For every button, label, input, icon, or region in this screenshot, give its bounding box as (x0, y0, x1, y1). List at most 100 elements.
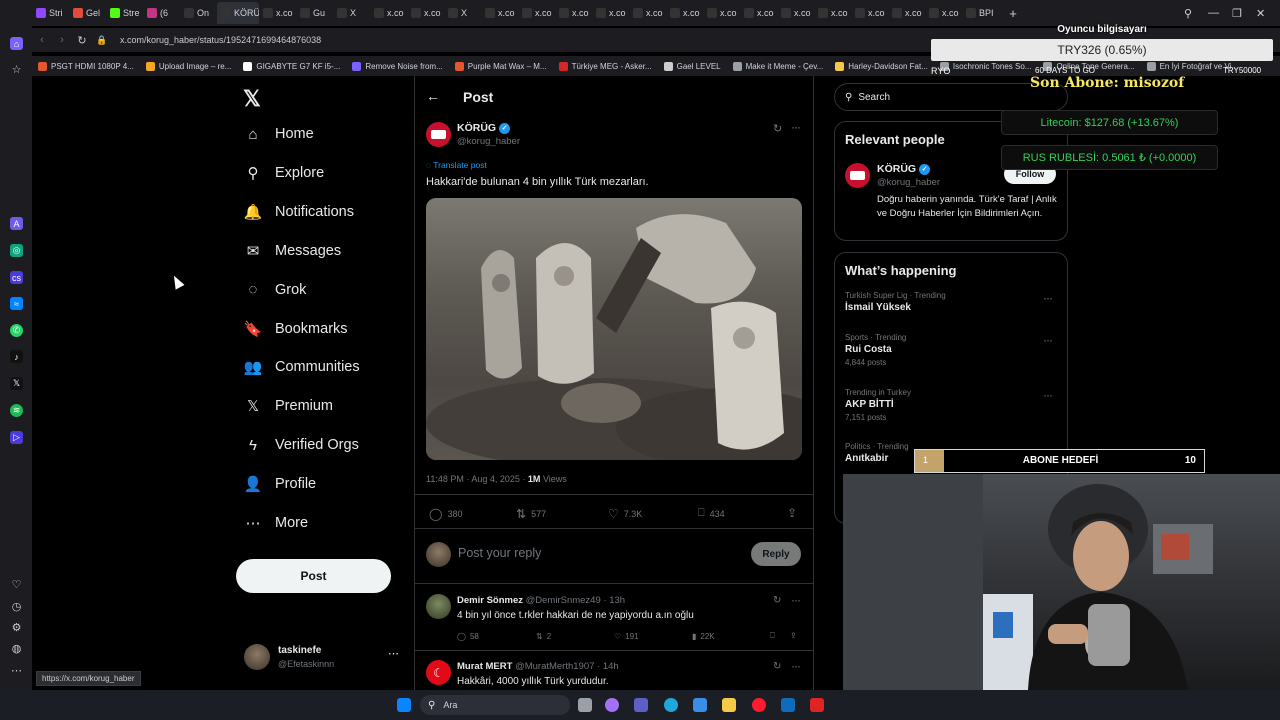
copilot-icon[interactable] (605, 698, 619, 712)
browser-tab[interactable]: x.co (888, 2, 925, 24)
browser-tab[interactable]: x.co (851, 2, 888, 24)
browser-tab[interactable]: x.co (629, 2, 666, 24)
post-button[interactable]: Post (236, 559, 391, 593)
windows-start-icon[interactable] (397, 698, 411, 712)
reply-input[interactable]: Post your reply (458, 546, 541, 560)
reply-2-grok-icon[interactable]: ↻ (773, 661, 781, 672)
back-arrow-icon[interactable]: ← (426, 88, 440, 104)
browser-tab[interactable]: x.co (481, 2, 518, 24)
nav-item-grok[interactable]: ◌ Grok (245, 281, 307, 298)
nav-item-more[interactable]: ⋯ More (245, 515, 309, 532)
edge-icon[interactable] (664, 698, 678, 712)
taskbar-search[interactable]: ⚲ Ara (420, 695, 570, 715)
reply-1-avatar[interactable] (426, 594, 451, 619)
bookmark-action[interactable]: ⎕ 434 (698, 507, 725, 520)
teams-icon[interactable] (634, 698, 648, 712)
settings-icon[interactable]: ⚙ (10, 621, 23, 634)
opera-taskbar-icon[interactable] (752, 698, 766, 712)
reply-2-more-icon[interactable]: ··· (791, 659, 801, 673)
share-action[interactable]: ⇪ (787, 506, 797, 520)
relevant-avatar[interactable] (845, 163, 870, 188)
browser-tab[interactable]: x.co (518, 2, 555, 24)
browser-tab[interactable]: Stri (32, 2, 69, 24)
bookmark-item[interactable]: Make it Meme - Çev... (727, 61, 830, 71)
bookmark-item[interactable]: Purple Mat Wax – M... (449, 61, 553, 71)
reply-1-like-action[interactable]: ♡ 191 (614, 632, 639, 641)
tab-search-icon[interactable]: ⚲ (1184, 7, 1208, 20)
nav-item-bookmarks[interactable]: 🔖 Bookmarks (244, 321, 348, 338)
reload-icon[interactable]: ↻ (72, 34, 92, 47)
app-taskbar-icon[interactable] (810, 698, 824, 712)
search-input[interactable]: Search (858, 92, 890, 103)
tiktok-icon[interactable]: ♪ (10, 350, 23, 363)
browser-tab[interactable]: Gu (296, 2, 333, 24)
cs-icon[interactable]: cs (10, 271, 23, 284)
trend-more-icon[interactable]: ··· (1043, 333, 1053, 347)
reply-1-time[interactable]: · 13h (603, 595, 625, 606)
reply-2-name[interactable]: Murat MERT (457, 661, 512, 672)
reply-1-views-action[interactable]: ▮ 22K (692, 632, 715, 641)
nav-item-notifications[interactable]: 🔔 Notifications (244, 204, 354, 221)
player-icon[interactable]: ▷ (10, 431, 23, 444)
store-icon[interactable] (693, 698, 707, 712)
reply-2-time[interactable]: · 14h (597, 661, 619, 672)
reply-1-grok-icon[interactable]: ↻ (773, 595, 781, 606)
author-avatar[interactable] (426, 122, 451, 147)
browser-tab[interactable]: On (180, 2, 217, 24)
browser-tab[interactable]: X (333, 2, 370, 24)
heart-sidebar-icon[interactable]: ♡ (10, 578, 23, 591)
task-view-icon[interactable] (578, 698, 592, 712)
messenger-icon[interactable]: ≈ (10, 297, 23, 310)
reply-1-reply-action[interactable]: ◯ 58 (457, 632, 479, 641)
browser-tab[interactable]: x.co (592, 2, 629, 24)
account-more-icon[interactable]: ⋯ (388, 647, 399, 660)
browser-tab[interactable]: x.co (407, 2, 444, 24)
sidebar-more-icon[interactable]: ⋯ (10, 664, 23, 677)
browser-tab[interactable]: Gel (69, 2, 106, 24)
reply-2-avatar[interactable]: ☾ (426, 660, 451, 685)
forward-icon[interactable]: › (52, 34, 72, 46)
outlook-icon[interactable] (781, 698, 795, 712)
browser-tab[interactable]: x.co (703, 2, 740, 24)
bookmark-item[interactable]: Remove Noise from... (346, 61, 448, 71)
whatsapp-icon[interactable]: ✆ (10, 324, 23, 337)
post-more-icon[interactable]: ··· (791, 120, 801, 134)
reply-1-share-action[interactable]: ⇪ (790, 631, 797, 640)
x-sidebar-icon[interactable]: 𝕏 (10, 377, 23, 390)
browser-tab[interactable]: KÖRÜG (217, 2, 259, 24)
reply-1-name[interactable]: Demir Sönmez (457, 595, 523, 606)
browser-tab[interactable]: x.co (814, 2, 851, 24)
trend-more-icon[interactable]: ··· (1043, 291, 1053, 305)
translate-link[interactable]: ◌ Translate post (426, 160, 487, 170)
file-explorer-icon[interactable] (722, 698, 736, 712)
like-action[interactable]: ♡ 7.3K (608, 507, 642, 521)
nav-item-home[interactable]: ⌂ Home (245, 126, 313, 143)
relevant-handle[interactable]: @korug_haber (877, 177, 940, 188)
spotify-icon[interactable]: ≋ (10, 404, 23, 417)
trend-item[interactable]: Trending in Turkey AKP BİTTİ 7,151 posts ··… (845, 388, 1059, 422)
bookmark-item[interactable]: Upload Image – re... (140, 61, 237, 71)
browser-tab[interactable]: x.co (555, 2, 592, 24)
nav-item-explore[interactable]: ⚲ Explore (245, 165, 325, 182)
browser-tab[interactable]: Stre (106, 2, 143, 24)
close-window-button[interactable]: ✕ (1256, 7, 1280, 20)
reply-2-handle[interactable]: @MuratMerth1907 (515, 661, 594, 672)
nav-item-communities[interactable]: 👥 Communities (244, 359, 360, 376)
chatgpt-icon[interactable]: ◎ (10, 244, 23, 257)
browser-tab[interactable]: BPI (962, 2, 999, 24)
reply-1-repost-action[interactable]: ⇅ 2 (536, 632, 551, 641)
reply-1-more-icon[interactable]: ··· (791, 593, 801, 607)
reply-button[interactable]: Reply (751, 542, 801, 566)
home-sidebar-icon[interactable]: ⌂ (10, 37, 23, 50)
maximize-button[interactable]: ❐ (1232, 7, 1256, 20)
star-sidebar-icon[interactable]: ☆ (10, 63, 23, 76)
nav-item-profile[interactable]: 👤 Profile (244, 476, 316, 493)
nav-item-premium[interactable]: 𝕏 Premium (245, 398, 333, 415)
grok-post-icon[interactable]: ↻ (773, 122, 782, 135)
browser-tab[interactable]: x.co (777, 2, 814, 24)
history-icon[interactable]: ◷ (10, 600, 23, 613)
trend-more-icon[interactable]: ··· (1043, 388, 1053, 402)
trend-item[interactable]: Sports · Trending Rui Costa 4,844 posts ··· (845, 333, 1059, 367)
bookmark-item[interactable]: GIGABYTE G7 KF i5-... (237, 61, 346, 71)
post-image[interactable] (426, 198, 802, 460)
